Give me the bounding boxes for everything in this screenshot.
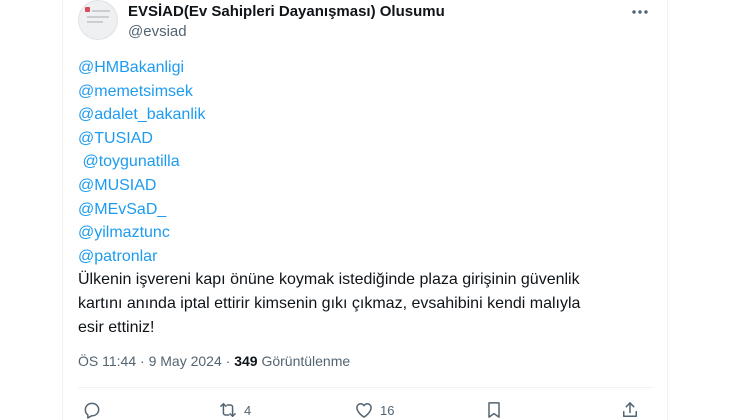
avatar-accent bbox=[85, 7, 90, 12]
mention-link[interactable]: @HMBakanligi bbox=[78, 56, 658, 80]
meta-separator: · bbox=[225, 353, 231, 369]
mention-link[interactable]: @adalet_bakanlik bbox=[78, 103, 658, 127]
tweet-body-line: kartını anında iptal ettirir kimsenin gı… bbox=[78, 294, 581, 312]
timeline-left-border bbox=[62, 0, 63, 420]
like-button[interactable]: 16 bbox=[354, 400, 394, 420]
bookmark-icon bbox=[488, 402, 500, 418]
timeline-right-border bbox=[667, 0, 668, 420]
retweet-count: 4 bbox=[244, 402, 252, 418]
views-count: 349 bbox=[234, 353, 258, 369]
mention-link[interactable]: @yilmaztunc bbox=[78, 221, 658, 245]
share-icon bbox=[623, 402, 637, 417]
tweet-meta: ÖS 11:44 · 9 May 2024 · 349 Görüntülenme bbox=[78, 353, 350, 369]
meta-separator: · bbox=[140, 353, 145, 369]
author-handle[interactable]: @evsiad bbox=[128, 23, 187, 40]
mention-link[interactable]: @MUSIAD bbox=[78, 174, 658, 198]
divider bbox=[78, 387, 653, 388]
avatar[interactable] bbox=[78, 0, 118, 40]
avatar-line bbox=[87, 16, 109, 18]
tweet-date[interactable]: 9 May 2024 bbox=[149, 353, 222, 369]
reply-button[interactable] bbox=[82, 400, 108, 420]
tweet-body-line: Ülkenin işvereni kapı önüne koymak isted… bbox=[78, 271, 580, 289]
views-label: Görüntülenme bbox=[261, 353, 351, 369]
mention-link[interactable]: @memetsimsek bbox=[78, 80, 658, 104]
mention-link[interactable]: @TUSIAD bbox=[78, 127, 658, 151]
tweet-text: @HMBakanligi @memetsimsek @adalet_bakanl… bbox=[78, 56, 658, 339]
share-button[interactable] bbox=[620, 400, 640, 420]
author-display-name[interactable]: EVSİAD(Ev Sahipleri Dayanışması) Olusumu bbox=[128, 3, 445, 20]
avatar-line bbox=[87, 21, 103, 23]
tweet-time[interactable]: ÖS 11:44 bbox=[78, 353, 136, 369]
mention-link[interactable]: @toygunatilla bbox=[78, 150, 658, 174]
reply-icon bbox=[84, 402, 100, 419]
retweet-button[interactable]: 4 bbox=[218, 400, 251, 420]
more-horizontal-icon[interactable] bbox=[630, 4, 650, 20]
tweet-body-line: esir ettiniz! bbox=[78, 318, 155, 336]
bookmark-button[interactable] bbox=[484, 400, 504, 420]
tweet-header: EVSİAD(Ev Sahipleri Dayanışması) Olusumu… bbox=[78, 0, 653, 50]
action-bar: 4 16 bbox=[78, 398, 653, 420]
like-count: 16 bbox=[380, 402, 395, 418]
mention-link[interactable]: @patronlar bbox=[78, 245, 658, 269]
avatar-line bbox=[92, 10, 110, 12]
mention-link[interactable]: @MEvSaD_ bbox=[78, 198, 658, 222]
retweet-icon bbox=[220, 403, 236, 417]
heart-icon bbox=[356, 403, 372, 418]
